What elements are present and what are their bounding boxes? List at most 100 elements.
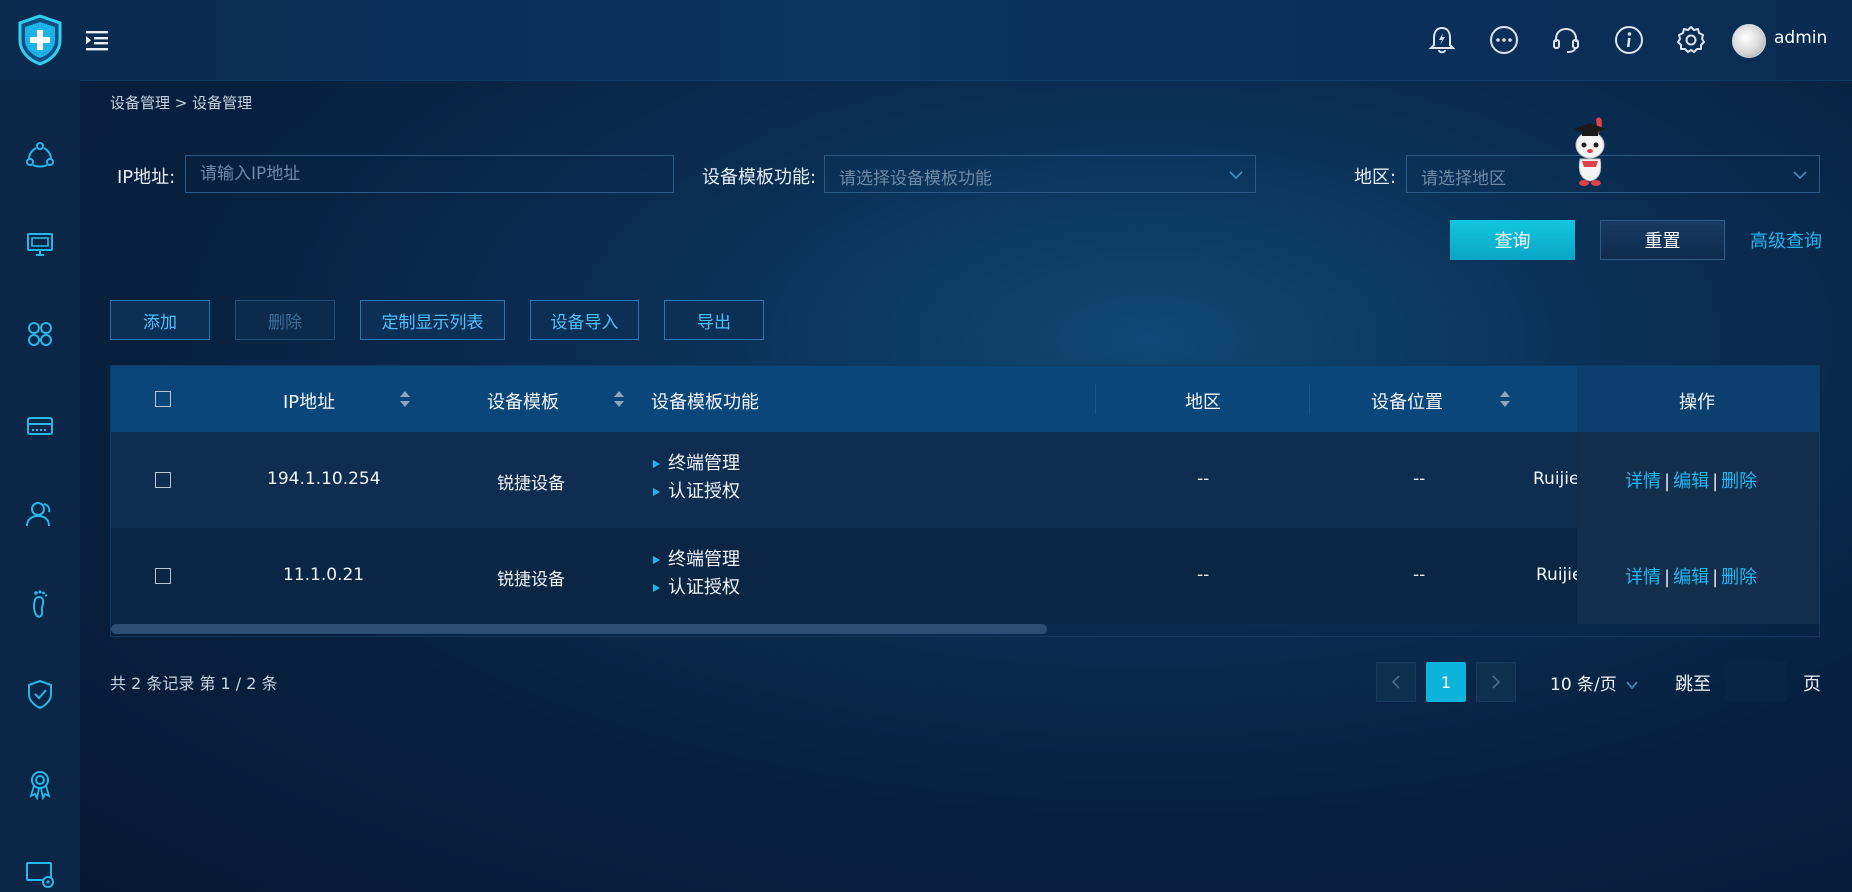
table-header: IP地址 设备模板 设备模板功能 地区 设备位置	[111, 366, 1819, 432]
template-function-placeholder: 请选择设备模板功能	[839, 169, 992, 189]
column-location: 设备位置	[1371, 392, 1443, 413]
edit-link[interactable]: 编辑	[1673, 567, 1709, 588]
info-icon[interactable]	[1613, 24, 1645, 56]
page-size-value: 10 条/页	[1550, 675, 1617, 695]
prev-page-button[interactable]	[1376, 662, 1416, 702]
sidebar-nav	[0, 80, 80, 892]
function-item: 认证授权	[651, 478, 740, 506]
action-separator: |	[1712, 471, 1719, 492]
sidebar-screen-settings-icon[interactable]	[24, 858, 56, 890]
cell-template-functions: 终端管理 认证授权	[651, 546, 740, 602]
edit-link[interactable]: 编辑	[1673, 471, 1709, 492]
sidebar-certificate-icon[interactable]	[24, 768, 56, 800]
table-row: 194.1.10.254 锐捷设备 终端管理 认证授权 -- -- Ruijie	[111, 432, 1819, 528]
cell-ip: 11.1.0.21	[283, 565, 365, 585]
sort-location-icon[interactable]	[1499, 390, 1511, 408]
cell-vendor: Ruijie	[1533, 469, 1580, 489]
chevron-down-icon	[1793, 171, 1807, 180]
username-label[interactable]: admin	[1774, 28, 1827, 48]
sidebar-monitor-icon[interactable]	[24, 228, 56, 260]
template-function-select[interactable]: 请选择设备模板功能	[824, 155, 1256, 193]
column-divider	[1095, 384, 1096, 414]
region-placeholder: 请选择地区	[1421, 169, 1506, 189]
cell-ip: 194.1.10.254	[267, 469, 381, 489]
shield-logo-icon	[18, 14, 62, 66]
select-all-checkbox[interactable]	[155, 391, 171, 407]
sidebar-apps-icon[interactable]	[24, 318, 56, 350]
headset-support-icon[interactable]	[1550, 24, 1582, 56]
function-item: 认证授权	[651, 574, 740, 602]
device-import-button[interactable]: 设备导入	[530, 300, 639, 340]
sort-template-icon[interactable]	[613, 390, 625, 408]
more-options-icon[interactable]	[1488, 24, 1520, 56]
jump-page-input[interactable]	[1725, 661, 1787, 701]
column-divider	[1309, 384, 1310, 414]
action-separator: |	[1664, 471, 1671, 492]
reset-button[interactable]: 重置	[1600, 220, 1725, 260]
actions-column-header: 操作	[1577, 366, 1819, 432]
row-actions: 详情 | 编辑 | 删除	[1625, 563, 1757, 589]
jump-label: 跳至	[1675, 674, 1711, 695]
cell-region: --	[1197, 565, 1210, 585]
user-avatar[interactable]	[1732, 24, 1766, 58]
detail-link[interactable]: 详情	[1625, 471, 1661, 492]
record-summary: 共 2 条记录 第 1 / 2 条	[110, 674, 278, 693]
cell-vendor: Ruijie	[1536, 565, 1583, 585]
row-actions: 详情 | 编辑 | 删除	[1625, 467, 1757, 493]
column-template-function: 设备模板功能	[651, 392, 759, 413]
cell-template-functions: 终端管理 认证授权	[651, 450, 740, 506]
sidebar-user-icon[interactable]	[24, 498, 56, 530]
cell-template: 锐捷设备	[497, 474, 565, 494]
breadcrumb: 设备管理 > 设备管理	[110, 94, 253, 112]
cell-location: --	[1413, 565, 1426, 585]
action-separator: |	[1712, 567, 1719, 588]
alarm-bell-icon[interactable]	[1426, 24, 1458, 56]
page-size-select[interactable]: 10 条/页	[1550, 670, 1638, 695]
column-ip: IP地址	[283, 392, 336, 413]
row-checkbox[interactable]	[155, 472, 171, 488]
chevron-down-icon	[1229, 171, 1243, 180]
chevron-left-icon	[1391, 675, 1400, 689]
cell-location: --	[1413, 469, 1426, 489]
sidebar-footprint-icon[interactable]	[24, 588, 56, 620]
custom-columns-button[interactable]: 定制显示列表	[360, 300, 505, 340]
sidebar-device-icon[interactable]	[24, 410, 56, 442]
page-number-button[interactable]: 1	[1426, 662, 1466, 702]
add-button[interactable]: 添加	[110, 300, 210, 340]
column-template: 设备模板	[487, 392, 559, 413]
chevron-right-icon	[1492, 675, 1501, 689]
ip-filter-input[interactable]	[185, 155, 674, 193]
function-item: 终端管理	[651, 450, 740, 478]
region-filter-label: 地区:	[1354, 167, 1397, 188]
table-row: 11.1.0.21 锐捷设备 终端管理 认证授权 -- -- Ruijie	[111, 528, 1819, 624]
function-item: 终端管理	[651, 546, 740, 574]
device-table: IP地址 设备模板 设备模板功能 地区 设备位置 操作 194.1.10.254…	[110, 365, 1820, 637]
next-page-button[interactable]	[1476, 662, 1516, 702]
column-region: 地区	[1185, 392, 1221, 413]
mascot-rabbit-icon[interactable]	[1562, 115, 1618, 187]
delete-button[interactable]: 删除	[235, 300, 335, 340]
action-separator: |	[1664, 567, 1671, 588]
top-header: admin	[0, 0, 1852, 81]
horizontal-scrollbar[interactable]	[111, 624, 1047, 634]
sidebar-topology-icon[interactable]	[24, 140, 56, 172]
menu-collapse-icon[interactable]	[86, 29, 110, 51]
page-unit-label: 页	[1803, 674, 1821, 695]
ip-filter-label: IP地址:	[117, 167, 176, 188]
query-button[interactable]: 查询	[1450, 220, 1575, 260]
cell-template: 锐捷设备	[497, 570, 565, 590]
delete-link[interactable]: 删除	[1721, 567, 1757, 588]
advanced-query-link[interactable]: 高级查询	[1750, 227, 1822, 253]
template-function-filter-label: 设备模板功能:	[702, 167, 817, 188]
delete-link[interactable]: 删除	[1721, 471, 1757, 492]
sidebar-security-shield-icon[interactable]	[24, 678, 56, 710]
chevron-down-icon	[1626, 681, 1638, 690]
cell-region: --	[1197, 469, 1210, 489]
actions-column: 详情 | 编辑 | 删除 详情 | 编辑 | 删除	[1577, 432, 1819, 624]
export-button[interactable]: 导出	[664, 300, 764, 340]
sort-ip-icon[interactable]	[399, 390, 411, 408]
detail-link[interactable]: 详情	[1625, 567, 1661, 588]
column-actions: 操作	[1679, 392, 1715, 413]
settings-gear-icon[interactable]	[1675, 24, 1707, 56]
row-checkbox[interactable]	[155, 568, 171, 584]
